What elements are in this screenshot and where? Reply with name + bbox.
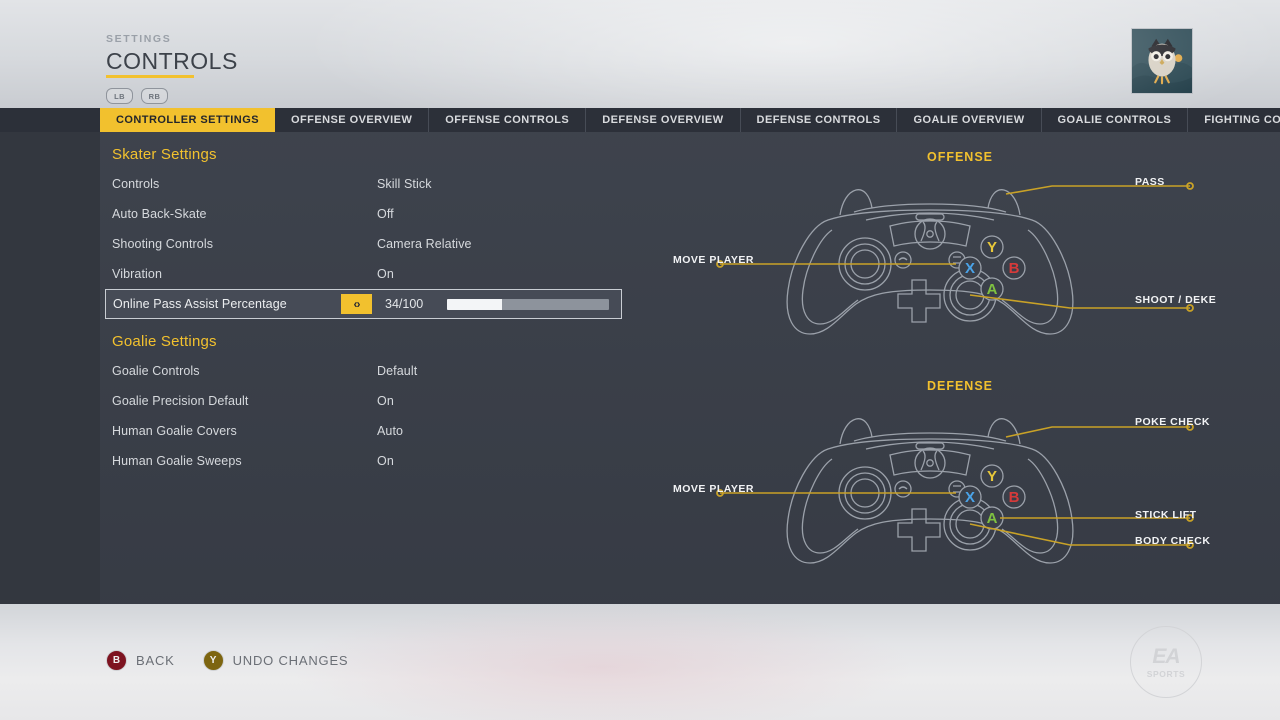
callout-move-player-offense: MOVE PLAYER — [673, 254, 754, 266]
slider-fill — [447, 298, 503, 310]
xbox-controller-icon: Y X B A — [716, 418, 1194, 564]
setting-label: Online Pass Assist Percentage — [113, 297, 287, 311]
svg-text:Y: Y — [987, 468, 997, 485]
button-prompts: B BACK Y UNDO CHANGES — [106, 650, 348, 671]
abxy-button-cluster: Y X B A — [958, 464, 1026, 530]
svg-text:X: X — [965, 260, 975, 277]
svg-text:X: X — [965, 489, 975, 506]
setting-row-auto-back-skate[interactable]: Auto Back-Skate Off — [100, 199, 640, 229]
setting-value: On — [377, 267, 394, 281]
setting-value: Default — [377, 364, 418, 378]
tab-goalie-overview[interactable]: GOALIE OVERVIEW — [897, 108, 1042, 132]
bumper-hints: LB RB — [106, 88, 238, 105]
setting-label: Goalie Precision Default — [112, 394, 249, 408]
avatar[interactable] — [1131, 28, 1193, 94]
callout-shoot-deke: SHOOT / DEKE — [1135, 294, 1217, 306]
page-title: CONTROLS — [106, 48, 238, 74]
svg-text:B: B — [1009, 489, 1020, 506]
defense-diagram-title: DEFENSE — [926, 379, 994, 393]
abxy-button-cluster: Y X B A — [958, 235, 1026, 301]
setting-value: On — [377, 394, 394, 408]
left-right-arrows-icon[interactable]: ‹› — [341, 294, 372, 314]
tab-defense-overview[interactable]: DEFENSE OVERVIEW — [586, 108, 741, 132]
offense-diagram-title: OFFENSE — [926, 150, 994, 164]
setting-row-goalie-precision-default[interactable]: Goalie Precision Default On — [100, 386, 640, 416]
setting-value: Auto — [377, 424, 404, 438]
defense-controller-graphic: Y X B A — [716, 397, 1194, 587]
setting-value: Off — [377, 207, 394, 221]
offense-diagram: OFFENSE Y X B A PASS MOVE PLAYER SHOOT /… — [640, 150, 1280, 362]
page-header: SETTINGS CONTROLS LB RB — [0, 0, 1280, 108]
header-text-group: SETTINGS CONTROLS LB RB — [106, 0, 238, 105]
controller-diagrams: OFFENSE Y X B A PASS MOVE PLAYER SHOOT /… — [640, 132, 1280, 604]
prompt-back[interactable]: B BACK — [106, 650, 175, 671]
prompt-undo-changes-label: UNDO CHANGES — [232, 653, 349, 668]
setting-row-shooting-controls[interactable]: Shooting Controls Camera Relative — [100, 229, 640, 259]
setting-row-human-goalie-covers[interactable]: Human Goalie Covers Auto — [100, 416, 640, 446]
section-header-goalie: Goalie Settings — [112, 333, 217, 350]
slider-value-text: 34/100 — [385, 297, 424, 311]
rb-bumper-button[interactable]: RB — [141, 88, 168, 105]
defense-diagram: DEFENSE Y X B A POKE CHECK MOVE PLAYER S… — [640, 379, 1280, 591]
prompt-back-label: BACK — [136, 653, 175, 668]
tab-offense-controls[interactable]: OFFENSE CONTROLS — [429, 108, 587, 132]
ea-logo-text: EA — [1152, 644, 1180, 668]
setting-row-vibration[interactable]: Vibration On — [100, 259, 640, 289]
setting-row-online-pass-assist-percentage[interactable]: Online Pass Assist Percentage ‹› 34/100 — [105, 289, 622, 319]
ea-sports-logo: EA SPORTS — [1130, 626, 1202, 698]
callout-body-check: BODY CHECK — [1135, 535, 1211, 547]
callout-stick-lift: STICK LIFT — [1135, 509, 1197, 521]
setting-row-goalie-controls[interactable]: Goalie Controls Default — [100, 356, 640, 386]
settings-list: Skater Settings Controls Skill Stick Aut… — [100, 132, 640, 476]
svg-text:A: A — [987, 510, 998, 527]
setting-row-human-goalie-sweeps[interactable]: Human Goalie Sweeps On — [100, 446, 640, 476]
tab-controller-settings[interactable]: CONTROLLER SETTINGS — [100, 108, 275, 132]
offense-controller-graphic: Y X B A — [716, 168, 1194, 358]
main-content: Skater Settings Controls Skill Stick Aut… — [0, 132, 1280, 604]
callout-pass: PASS — [1135, 176, 1165, 188]
svg-text:B: B — [1009, 260, 1020, 277]
title-accent-underline — [106, 75, 194, 79]
setting-value: Skill Stick — [377, 177, 432, 191]
section-header-skater: Skater Settings — [112, 146, 217, 163]
tab-goalie-controls[interactable]: GOALIE CONTROLS — [1042, 108, 1189, 132]
setting-label: Human Goalie Sweeps — [112, 454, 242, 468]
setting-value: Camera Relative — [377, 237, 472, 251]
lb-bumper-button[interactable]: LB — [106, 88, 133, 105]
sports-logo-text: SPORTS — [1146, 668, 1186, 679]
callout-move-player-defense: MOVE PLAYER — [673, 483, 754, 495]
setting-label: Auto Back-Skate — [112, 207, 207, 221]
footer-bar: B BACK Y UNDO CHANGES EA SPORTS — [0, 604, 1280, 720]
tab-offense-overview[interactable]: OFFENSE OVERVIEW — [275, 108, 430, 132]
setting-label: Shooting Controls — [112, 237, 214, 251]
tab-defense-controls[interactable]: DEFENSE CONTROLS — [741, 108, 898, 132]
callout-poke-check: POKE CHECK — [1135, 416, 1211, 428]
y-button-icon: Y — [202, 650, 224, 671]
setting-value: On — [377, 454, 394, 468]
xbox-controller-icon: Y X B A — [716, 182, 1194, 335]
b-button-icon: B — [106, 650, 127, 671]
setting-label: Controls — [112, 177, 160, 191]
breadcrumb-settings: SETTINGS — [106, 33, 172, 45]
svg-text:Y: Y — [987, 239, 997, 256]
svg-text:A: A — [987, 281, 998, 298]
left-gutter — [0, 132, 100, 604]
tab-fighting-controls[interactable]: FIGHTING CO — [1188, 108, 1280, 132]
tab-bar: CONTROLLER SETTINGS OFFENSE OVERVIEW OFF… — [0, 108, 1280, 132]
slider-track[interactable] — [447, 298, 609, 310]
controls-settings-screen: SETTINGS CONTROLS LB RB CONTROLLER SETTI… — [0, 0, 1280, 720]
prompt-undo-changes[interactable]: Y UNDO CHANGES — [202, 650, 349, 671]
setting-row-controls[interactable]: Controls Skill Stick — [100, 169, 640, 199]
setting-label: Vibration — [112, 267, 163, 281]
setting-label: Human Goalie Covers — [112, 424, 237, 438]
owl-avatar-icon — [1132, 29, 1192, 93]
setting-label: Goalie Controls — [112, 364, 200, 378]
